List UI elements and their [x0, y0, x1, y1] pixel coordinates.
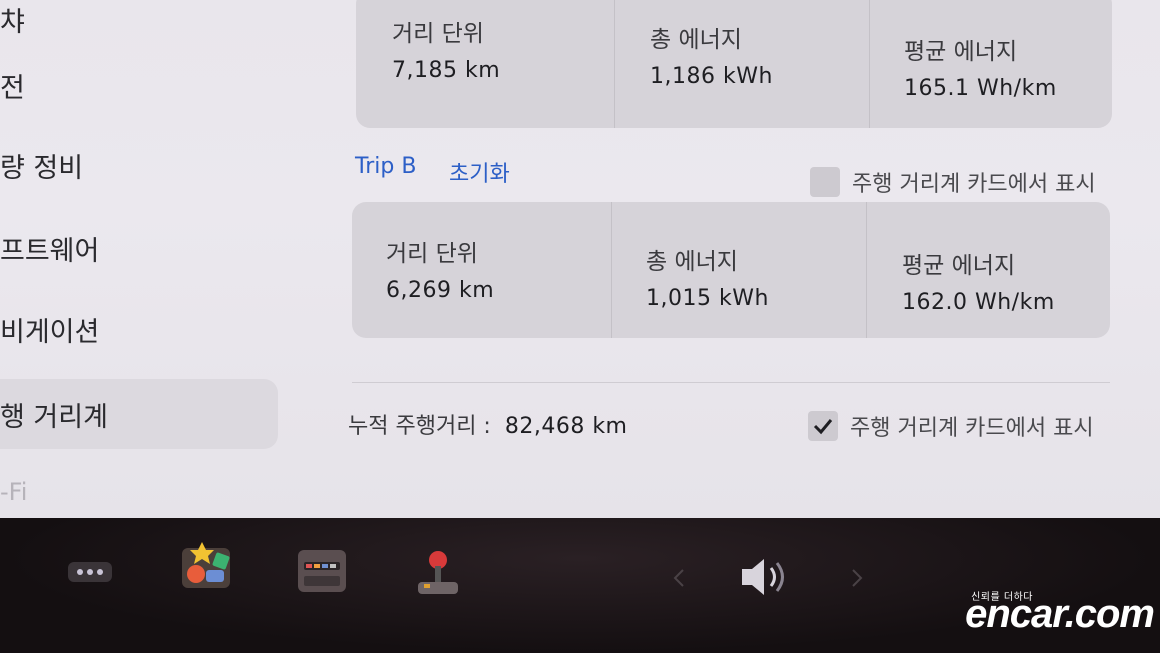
dashcam-icon[interactable] [298, 548, 346, 598]
arcade-joystick-icon[interactable] [414, 548, 462, 604]
settings-screen: 챠 전 량 정비 프트웨어 비게이션 행 거리계 -Fi 거리 단위 7,185… [0, 0, 1160, 518]
odometer-total: 누적 주행거리 : 82,468 km [348, 408, 628, 440]
sidebar-item-top[interactable]: 챠 [0, 0, 25, 39]
sidebar-item-odometer[interactable]: 행 거리계 [0, 379, 278, 449]
volume-down-arrow-icon[interactable] [672, 568, 686, 592]
sidebar-item-label: 챠 [0, 7, 25, 38]
sidebar-item-label: 비게이션 [0, 317, 100, 348]
trip-a-energy: 총 에너지 1,186 kWh [650, 20, 773, 89]
trip-b-show-label: 주행 거리계 카드에서 표시 [852, 172, 1096, 197]
sidebar-item-wifi[interactable]: -Fi [0, 478, 27, 506]
trip-b-show-checkbox[interactable] [810, 167, 840, 197]
trip-a-average-label: 평균 에너지 [904, 39, 1018, 65]
sidebar-item-label: 량 정비 [0, 153, 84, 184]
trip-b-distance-label: 거리 단위 [386, 241, 478, 267]
divider [611, 202, 612, 338]
trip-a-average-value: 165.1 Wh/km [904, 76, 1057, 101]
watermark-tagline: 신뢰를 더하다 [971, 592, 1033, 603]
checkmark-icon [813, 419, 833, 435]
section-divider [352, 382, 1110, 383]
encar-watermark: 신뢰를 더하다 encar.com [965, 584, 1155, 637]
sidebar-item-label: -Fi [0, 478, 28, 506]
sidebar-item-label: 전 [0, 73, 25, 104]
odometer-show-label: 주행 거리계 카드에서 표시 [850, 416, 1094, 441]
odometer-show-on-card[interactable]: 주행 거리계 카드에서 표시 [808, 410, 1094, 442]
trip-a-distance: 거리 단위 7,185 km [392, 14, 500, 83]
sidebar-item-navigation[interactable]: 비게이션 [0, 310, 99, 349]
odometer-label: 누적 주행거리 : [348, 414, 491, 439]
trip-a-energy-value: 1,186 kWh [650, 64, 773, 89]
volume-up-arrow-icon[interactable] [850, 568, 864, 592]
trip-b-distance: 거리 단위 6,269 km [386, 234, 494, 303]
sidebar-item-service[interactable]: 량 정비 [0, 146, 83, 185]
trip-b-average-value: 162.0 Wh/km [902, 290, 1055, 315]
divider [614, 0, 615, 128]
sidebar-item-label: 프트웨어 [0, 236, 100, 267]
odometer-value: 82,468 km [504, 414, 628, 439]
sidebar-item-software[interactable]: 프트웨어 [0, 229, 99, 268]
sidebar-item-label: 행 거리계 [0, 401, 108, 433]
trip-a-distance-label: 거리 단위 [392, 21, 484, 47]
trip-b-energy: 총 에너지 1,015 kWh [646, 242, 769, 311]
trip-b-average-label: 평균 에너지 [902, 253, 1016, 279]
trip-b-energy-value: 1,015 kWh [646, 286, 769, 311]
volume-icon[interactable] [738, 556, 798, 602]
trip-a-card: 거리 단위 7,185 km 총 에너지 1,186 kWh 평균 에너지 16… [356, 0, 1112, 128]
trip-a-average: 평균 에너지 165.1 Wh/km [904, 32, 1057, 101]
trip-b-reset-button[interactable]: 초기화 [449, 156, 510, 188]
toybox-icon[interactable] [180, 540, 234, 596]
trip-b-average: 평균 에너지 162.0 Wh/km [902, 246, 1055, 315]
trip-b-title: Trip B [355, 154, 417, 179]
divider [869, 0, 870, 128]
trip-b-card: 거리 단위 6,269 km 총 에너지 1,015 kWh 평균 에너지 16… [352, 202, 1110, 338]
trip-a-energy-label: 총 에너지 [650, 27, 742, 53]
more-icon[interactable] [68, 562, 112, 586]
divider [866, 202, 867, 338]
trip-b-energy-label: 총 에너지 [646, 249, 738, 275]
sidebar-item-charging[interactable]: 전 [0, 66, 25, 105]
odometer-show-checkbox[interactable] [808, 411, 838, 441]
trip-a-distance-value: 7,185 km [392, 58, 501, 83]
trip-b-distance-value: 6,269 km [386, 278, 495, 303]
trip-b-show-on-card[interactable]: 주행 거리계 카드에서 표시 [810, 166, 1096, 198]
